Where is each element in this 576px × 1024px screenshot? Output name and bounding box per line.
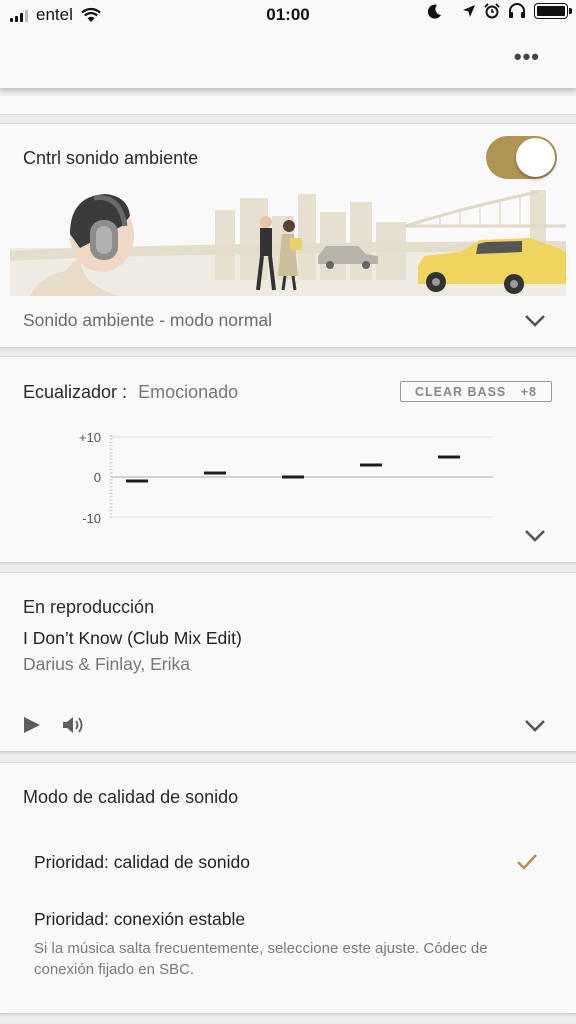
now-playing-card: En reproducción I Don’t Know (Club Mix E… <box>0 572 576 752</box>
top-bar: ••• <box>0 30 576 88</box>
eq-tick-bottom: -10 <box>82 511 101 526</box>
now-playing-title: En reproducción <box>23 597 155 617</box>
alarm-icon <box>484 3 500 19</box>
chevron-down-icon[interactable] <box>524 529 546 543</box>
chevron-down-icon[interactable] <box>524 314 546 328</box>
more-options-button[interactable]: ••• <box>514 44 540 70</box>
equalizer-chart[interactable]: +10 0 -10 <box>70 427 500 527</box>
moon-icon <box>428 4 441 19</box>
status-bar: entel 01:00 <box>0 0 576 30</box>
equalizer-label: Ecualizador : <box>23 382 128 402</box>
headphones-icon <box>509 3 525 18</box>
volume-icon[interactable] <box>62 715 86 735</box>
location-icon <box>463 5 475 17</box>
chevron-down-icon[interactable] <box>524 719 546 733</box>
section-divider <box>0 96 576 115</box>
clear-bass-badge: CLEAR BASS +8 <box>400 381 552 402</box>
equalizer-title: Ecualizador : Emocionado <box>23 382 238 403</box>
ambient-illustration <box>10 190 566 296</box>
ambient-mode-label: Sonido ambiente - modo normal <box>23 310 273 330</box>
option-sound-quality[interactable]: Prioridad: calidad de sonido <box>34 852 250 873</box>
ambient-toggle[interactable] <box>486 136 557 179</box>
toggle-knob <box>516 138 555 177</box>
clear-bass-label: CLEAR BASS <box>415 384 507 399</box>
eq-tick-mid: 0 <box>94 470 101 485</box>
equalizer-card: Ecualizador : Emocionado CLEAR BASS +8 +… <box>0 356 576 563</box>
play-icon[interactable] <box>23 716 41 734</box>
eq-tick-top: +10 <box>79 430 101 445</box>
track-artist: Darius & Finlay, Erika <box>23 654 190 674</box>
ambient-title: Cntrl sonido ambiente <box>23 148 199 168</box>
equalizer-preset: Emocionado <box>138 382 239 402</box>
sound-quality-title: Modo de calidad de sonido <box>23 787 239 807</box>
track-title: I Don’t Know (Club Mix Edit) <box>23 628 242 648</box>
ambient-sound-card: Cntrl sonido ambiente Sonido ambiente - … <box>0 123 576 348</box>
sound-quality-card: Modo de calidad de sonido Prioridad: cal… <box>0 762 576 1014</box>
option-stable-connection-description: Si la música salta frecuentemente, selec… <box>34 940 488 978</box>
checkmark-icon <box>517 854 537 870</box>
option-stable-connection[interactable]: Prioridad: conexión estable <box>34 909 245 930</box>
clear-bass-value: +8 <box>520 384 537 399</box>
battery-icon <box>534 3 572 19</box>
